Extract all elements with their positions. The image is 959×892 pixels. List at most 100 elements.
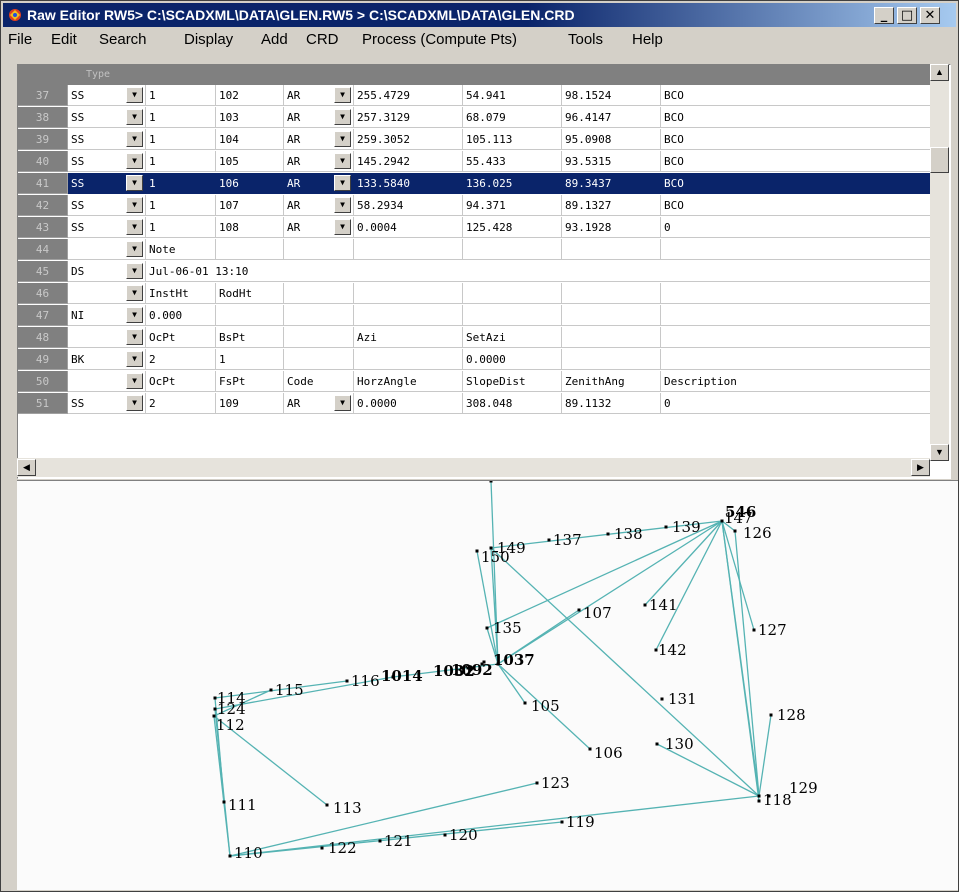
survey-point-marker[interactable] [485, 626, 489, 630]
survey-point-marker[interactable] [523, 701, 527, 705]
menu-edit[interactable]: Edit [51, 29, 77, 51]
survey-point-marker[interactable] [560, 820, 564, 824]
grid-cell-c8[interactable] [661, 239, 931, 260]
grid-cell-c4[interactable] [284, 327, 354, 348]
grid-cell-c2[interactable]: OcPt [146, 327, 216, 348]
grid-cell-c7[interactable]: 89.1132 [562, 393, 661, 414]
grid-cell-c7[interactable]: 93.5315 [562, 151, 661, 172]
survey-point-marker[interactable] [325, 803, 329, 807]
scroll-down-arrow-icon[interactable]: ▼ [930, 444, 949, 461]
grid-cell-c8[interactable]: 0 [661, 393, 931, 414]
survey-point-marker[interactable] [577, 608, 581, 612]
survey-point-marker[interactable] [752, 628, 756, 632]
grid-cell-c3[interactable]: 109 [216, 393, 284, 414]
grid-cell-c7[interactable]: 98.1524 [562, 85, 661, 106]
survey-point-marker[interactable] [757, 799, 761, 803]
type-dropdown-arrow-icon[interactable]: ▼ [126, 373, 143, 389]
grid-cell-c8[interactable]: BCO [661, 129, 931, 150]
grid-cell-c8[interactable]: Description [661, 371, 931, 392]
type-dropdown-arrow-icon[interactable]: ▼ [126, 395, 143, 411]
scroll-right-arrow-icon[interactable]: ▶ [911, 459, 930, 476]
grid-cell-c4[interactable] [284, 305, 354, 326]
survey-point-marker[interactable] [535, 781, 539, 785]
grid-cell-c7[interactable]: 89.1327 [562, 195, 661, 216]
code-dropdown-arrow-icon[interactable]: ▼ [334, 175, 351, 191]
menu-crd[interactable]: CRD [306, 29, 339, 51]
survey-point-marker[interactable] [757, 794, 761, 798]
grid-cell-c5[interactable]: 0.0000 [354, 393, 463, 414]
menu-search[interactable]: Search [99, 29, 147, 51]
title-bar[interactable]: Raw Editor RW5> C:\SCADXML\DATA\GLEN.RW5… [3, 3, 956, 27]
grid-cell-c8[interactable]: BCO [661, 107, 931, 128]
grid-row[interactable]: 39 SS 1 104 AR 259.3052 105.113 95.0908 BCO ▼ ▼ [18, 129, 931, 150]
grid-cell-c5[interactable]: 257.3129 [354, 107, 463, 128]
survey-point-marker[interactable] [733, 529, 737, 533]
vertical-scrollbar[interactable]: ▲ ▼ [930, 64, 949, 461]
point-plot-view[interactable]: 105 106 107 110 111 112 113 114 115 116 118 119 120 1… [17, 480, 958, 890]
grid-row[interactable]: 37 SS 1 102 AR 255.4729 54.941 98.1524 BCO ▼ ▼ [18, 85, 931, 106]
grid-row[interactable]: 41 SS 1 106 AR 133.5840 136.025 89.3437 BCO ▼ ▼ [18, 173, 931, 194]
grid-cell-c6[interactable]: 105.113 [463, 129, 562, 150]
grid-cell-c2[interactable]: 1 [146, 151, 216, 172]
grid-cell-c2[interactable]: OcPt [146, 371, 216, 392]
code-dropdown-arrow-icon[interactable]: ▼ [334, 197, 351, 213]
menu-add[interactable]: Add [261, 29, 288, 51]
grid-cell-c7[interactable] [562, 327, 661, 348]
type-dropdown-arrow-icon[interactable]: ▼ [126, 131, 143, 147]
scroll-up-arrow-icon[interactable]: ▲ [930, 64, 949, 81]
grid-row[interactable]: 47 NI 0.000 ▼ [18, 305, 931, 326]
close-button[interactable]: ✕ [920, 7, 940, 24]
type-dropdown-arrow-icon[interactable]: ▼ [126, 263, 143, 279]
scroll-left-arrow-icon[interactable]: ◀ [17, 459, 36, 476]
grid-cell-c2[interactable]: InstHt [146, 283, 216, 304]
type-dropdown-arrow-icon[interactable]: ▼ [126, 285, 143, 301]
grid-cell-c2[interactable]: 1 [146, 107, 216, 128]
grid-cell-c5[interactable] [354, 283, 463, 304]
grid-cell-c4[interactable] [284, 283, 354, 304]
maximize-button[interactable]: □ [897, 7, 917, 24]
grid-cell-c6[interactable]: 136.025 [463, 173, 562, 194]
grid-cell-c2[interactable]: 2 [146, 349, 216, 370]
plot-canvas[interactable]: 105106107110111112113114 115 1161181191201… [17, 481, 958, 889]
grid-cell-c5[interactable]: 255.4729 [354, 85, 463, 106]
grid-row[interactable]: 42 SS 1 107 AR 58.2934 94.371 89.1327 BCO ▼ ▼ [18, 195, 931, 216]
grid-cell-c5[interactable]: 133.5840 [354, 173, 463, 194]
grid-row[interactable]: 38 SS 1 103 AR 257.3129 68.079 96.4147 BCO ▼ ▼ [18, 107, 931, 128]
grid-cell-c7[interactable] [562, 239, 661, 260]
grid-cell-c2[interactable]: 2 [146, 393, 216, 414]
grid-row[interactable]: 46 InstHt RodHt ▼ [18, 283, 931, 304]
menu-process[interactable]: Process (Compute Pts) [362, 29, 517, 51]
code-dropdown-arrow-icon[interactable]: ▼ [334, 395, 351, 411]
grid-cell-c8[interactable] [661, 349, 931, 370]
grid-cell-c3[interactable]: 107 [216, 195, 284, 216]
grid-cell-c2[interactable]: 1 [146, 173, 216, 194]
grid-row[interactable]: 51 SS 2 109 AR 0.0000 308.048 89.1132 0 ▼ ▼ [18, 393, 931, 414]
grid-cell-c3[interactable]: 103 [216, 107, 284, 128]
type-dropdown-arrow-icon[interactable]: ▼ [126, 87, 143, 103]
grid-cell-c5[interactable]: 259.3052 [354, 129, 463, 150]
grid-row[interactable]: 44 Note ▼ [18, 239, 931, 260]
survey-point-marker[interactable] [664, 525, 668, 529]
grid-cell-c2[interactable]: 1 [146, 217, 216, 238]
grid-row[interactable]: 40 SS 1 105 AR 145.2942 55.433 93.5315 BCO ▼ ▼ [18, 151, 931, 172]
grid-cell-c6[interactable]: 54.941 [463, 85, 562, 106]
grid-cell-c8[interactable] [661, 327, 931, 348]
menu-file[interactable]: File [8, 29, 32, 51]
survey-point-marker[interactable] [475, 549, 479, 553]
grid-cell-c3[interactable] [216, 305, 284, 326]
code-dropdown-arrow-icon[interactable]: ▼ [334, 109, 351, 125]
grid-row[interactable]: 50 OcPt FsPt Code HorzAngle SlopeDist ZenithAn… [18, 371, 931, 392]
grid-cell-c3[interactable]: 1 [216, 349, 284, 370]
grid-cell-c8[interactable]: BCO [661, 85, 931, 106]
survey-point-marker[interactable] [547, 538, 551, 542]
grid-cell-c6[interactable]: SlopeDist [463, 371, 562, 392]
grid-cell-c3[interactable]: RodHt [216, 283, 284, 304]
survey-point-marker[interactable] [588, 747, 592, 751]
survey-point-marker[interactable] [655, 742, 659, 746]
grid-cell-c6[interactable]: 308.048 [463, 393, 562, 414]
grid-cell-c7[interactable] [562, 349, 661, 370]
survey-point-marker[interactable] [643, 603, 647, 607]
type-dropdown-arrow-icon[interactable]: ▼ [126, 329, 143, 345]
survey-point-marker[interactable] [443, 833, 447, 837]
grid-cell-c6[interactable]: 68.079 [463, 107, 562, 128]
